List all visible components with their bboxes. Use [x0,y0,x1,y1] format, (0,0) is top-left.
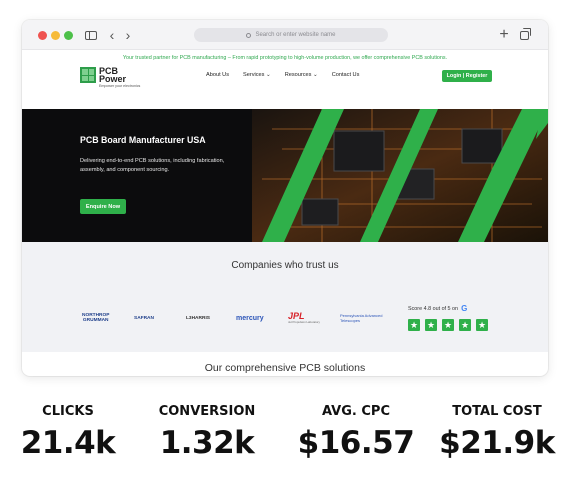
google-icon: G [461,304,468,313]
trust-section: Companies who trust us NORTHROP GRUMMAN … [22,242,548,352]
stat-value: 1.32k [159,425,255,461]
safran-logo: SAFRAN [134,315,154,321]
search-icon [246,32,252,38]
nav-services[interactable]: Services ⌄ [243,72,271,78]
star-icon: ★ [442,319,454,331]
enquire-now-button[interactable]: Enquire Now [80,199,126,214]
maximize-window-icon[interactable] [64,31,73,40]
browser-toolbar: ‹ › Search or enter website name + [22,20,548,50]
website: Your trusted partner for PCB manufacturi… [22,50,548,376]
logo-tagline: Empower your electronics [99,84,141,88]
address-placeholder: Search or enter website name [255,32,336,38]
hero-banner: PCB Board Manufacturer USA Delivering en… [22,109,548,242]
stat-value: $21.9k [439,425,555,461]
stat-label: AVG. CPC [322,404,390,419]
nav-resources[interactable]: Resources ⌄ [285,72,318,78]
star-icon: ★ [408,319,420,331]
rating-widget: Score 4.8 out of 5 on G ★ ★ ★ ★ ★ [408,304,498,331]
nav-links: About Us Services ⌄ Resources ⌄ Contact … [206,72,359,78]
logo[interactable]: PCB Power Empower your electronics [80,67,140,88]
hero-description: Delivering end-to-end PCB solutions, inc… [80,158,225,173]
stat-label: CLICKS [42,404,94,419]
stat-value: 21.4k [20,425,116,461]
client-logos: NORTHROP GRUMMAN SAFRAN L3HARRIS mercury… [82,308,382,328]
hero-title: PCB Board Manufacturer USA [80,135,206,145]
mercury-logo: mercury [236,314,264,322]
address-bar[interactable]: Search or enter website name [194,28,388,42]
stat-total-cost: TOTAL COST $21.9k [436,404,558,461]
browser-window: ‹ › Search or enter website name + Your … [22,20,548,376]
tab-overview-icon[interactable] [518,27,531,43]
sidebar-toggle-icon[interactable] [84,27,98,43]
nav-about[interactable]: About Us [206,72,229,78]
star-icon: ★ [425,319,437,331]
new-tab-icon[interactable]: + [498,26,510,43]
star-icon: ★ [476,319,488,331]
stat-value: $16.57 [297,425,415,461]
forward-arrow-icon[interactable]: › [122,27,134,43]
circuit-board-image [22,109,548,242]
l3harris-logo: L3HARRIS [186,315,210,321]
rating-text: Score 4.8 out of 5 on [408,305,459,312]
site-navbar: PCB Power Empower your electronics About… [22,64,548,108]
telescope-org-logo: Pennsylvania Advanced Telescopes [340,313,383,323]
trust-title: Companies who trust us [231,260,339,271]
stat-conversion: CONVERSION 1.32k [148,404,266,461]
login-register-button[interactable]: Login | Register [442,70,492,82]
star-icon: ★ [459,319,471,331]
announcement-bar: Your trusted partner for PCB manufacturi… [122,55,448,61]
stat-clicks: CLICKS 21.4k [18,404,118,461]
stat-avg-cpc: AVG. CPC $16.57 [296,404,416,461]
stat-label: TOTAL COST [452,404,542,419]
nav-contact[interactable]: Contact Us [332,72,360,78]
close-window-icon[interactable] [38,31,47,40]
jpl-logo: JPL Jet Propulsion Laboratory [288,311,320,325]
northrop-grumman-logo: NORTHROP GRUMMAN [82,313,110,323]
logo-icon [80,67,96,83]
back-arrow-icon[interactable]: ‹ [106,27,118,43]
minimize-window-icon[interactable] [51,31,60,40]
star-rating: ★ ★ ★ ★ ★ [408,319,498,331]
stat-label: CONVERSION [158,404,256,419]
logo-name-line2: Power [99,74,127,84]
solutions-heading: Our comprehensive PCB solutions [204,362,366,374]
